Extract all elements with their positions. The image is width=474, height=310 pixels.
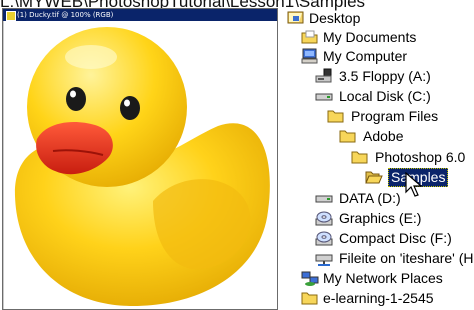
tree-item-label: Compact Disc (F:) bbox=[339, 230, 452, 246]
image-canvas[interactable] bbox=[3, 21, 277, 309]
tree-item-label: DATA (D:) bbox=[339, 190, 401, 206]
tree-item-label: My Network Places bbox=[323, 270, 443, 286]
tree-item-label: e-learning-1-2545 bbox=[323, 290, 434, 306]
network-places-icon bbox=[301, 271, 319, 286]
tree-item-label: My Computer bbox=[323, 48, 408, 64]
tree-item-label: 3.5 Floppy (A:) bbox=[339, 68, 431, 84]
tree-item-label: Local Disk (C:) bbox=[339, 88, 431, 104]
desktop-icon bbox=[287, 11, 304, 24]
folder-icon bbox=[339, 130, 356, 143]
hard-drive-icon bbox=[315, 93, 333, 101]
document-icon bbox=[6, 11, 16, 21]
cd-drive-icon bbox=[315, 231, 333, 246]
my-documents-folder-icon bbox=[301, 30, 318, 44]
cd-drive-icon bbox=[315, 211, 333, 226]
rubber-duck-image bbox=[14, 27, 270, 307]
folder-icon bbox=[327, 110, 344, 123]
tree-item-label: Photoshop 6.0 bbox=[375, 149, 466, 165]
tree-item-label: Graphics (E:) bbox=[339, 210, 422, 226]
network-drive-icon bbox=[315, 254, 333, 266]
mouse-pointer-icon bbox=[405, 172, 423, 197]
computer-icon bbox=[301, 48, 318, 64]
open-folder-icon bbox=[365, 171, 383, 184]
tree-item-label: Fileite on 'iteshare' (H:) bbox=[339, 250, 474, 266]
folder-tree[interactable]: Desktop My Documents My Computer 3.5 Flo… bbox=[285, 8, 474, 309]
image-window-titlebar[interactable]: (1) Ducky.tif @ 100% (RGB) bbox=[3, 9, 277, 21]
floppy-drive-icon bbox=[315, 68, 332, 83]
tree-item-label: Adobe bbox=[363, 128, 404, 144]
tree-item-label: My Documents bbox=[323, 29, 417, 45]
tree-item-label: Program Files bbox=[351, 108, 439, 124]
tree-item-label: Desktop bbox=[309, 10, 361, 26]
folder-icon bbox=[301, 292, 318, 305]
hard-drive-icon bbox=[315, 195, 333, 203]
image-document-window[interactable]: (1) Ducky.tif @ 100% (RGB) bbox=[2, 8, 278, 310]
image-window-title: (1) Ducky.tif @ 100% (RGB) bbox=[17, 11, 114, 19]
folder-icon bbox=[351, 151, 368, 164]
cropped-path-header: L:\MYWEB\PhotoshopTutorial\Lesson1\Sampl… bbox=[0, 0, 366, 11]
